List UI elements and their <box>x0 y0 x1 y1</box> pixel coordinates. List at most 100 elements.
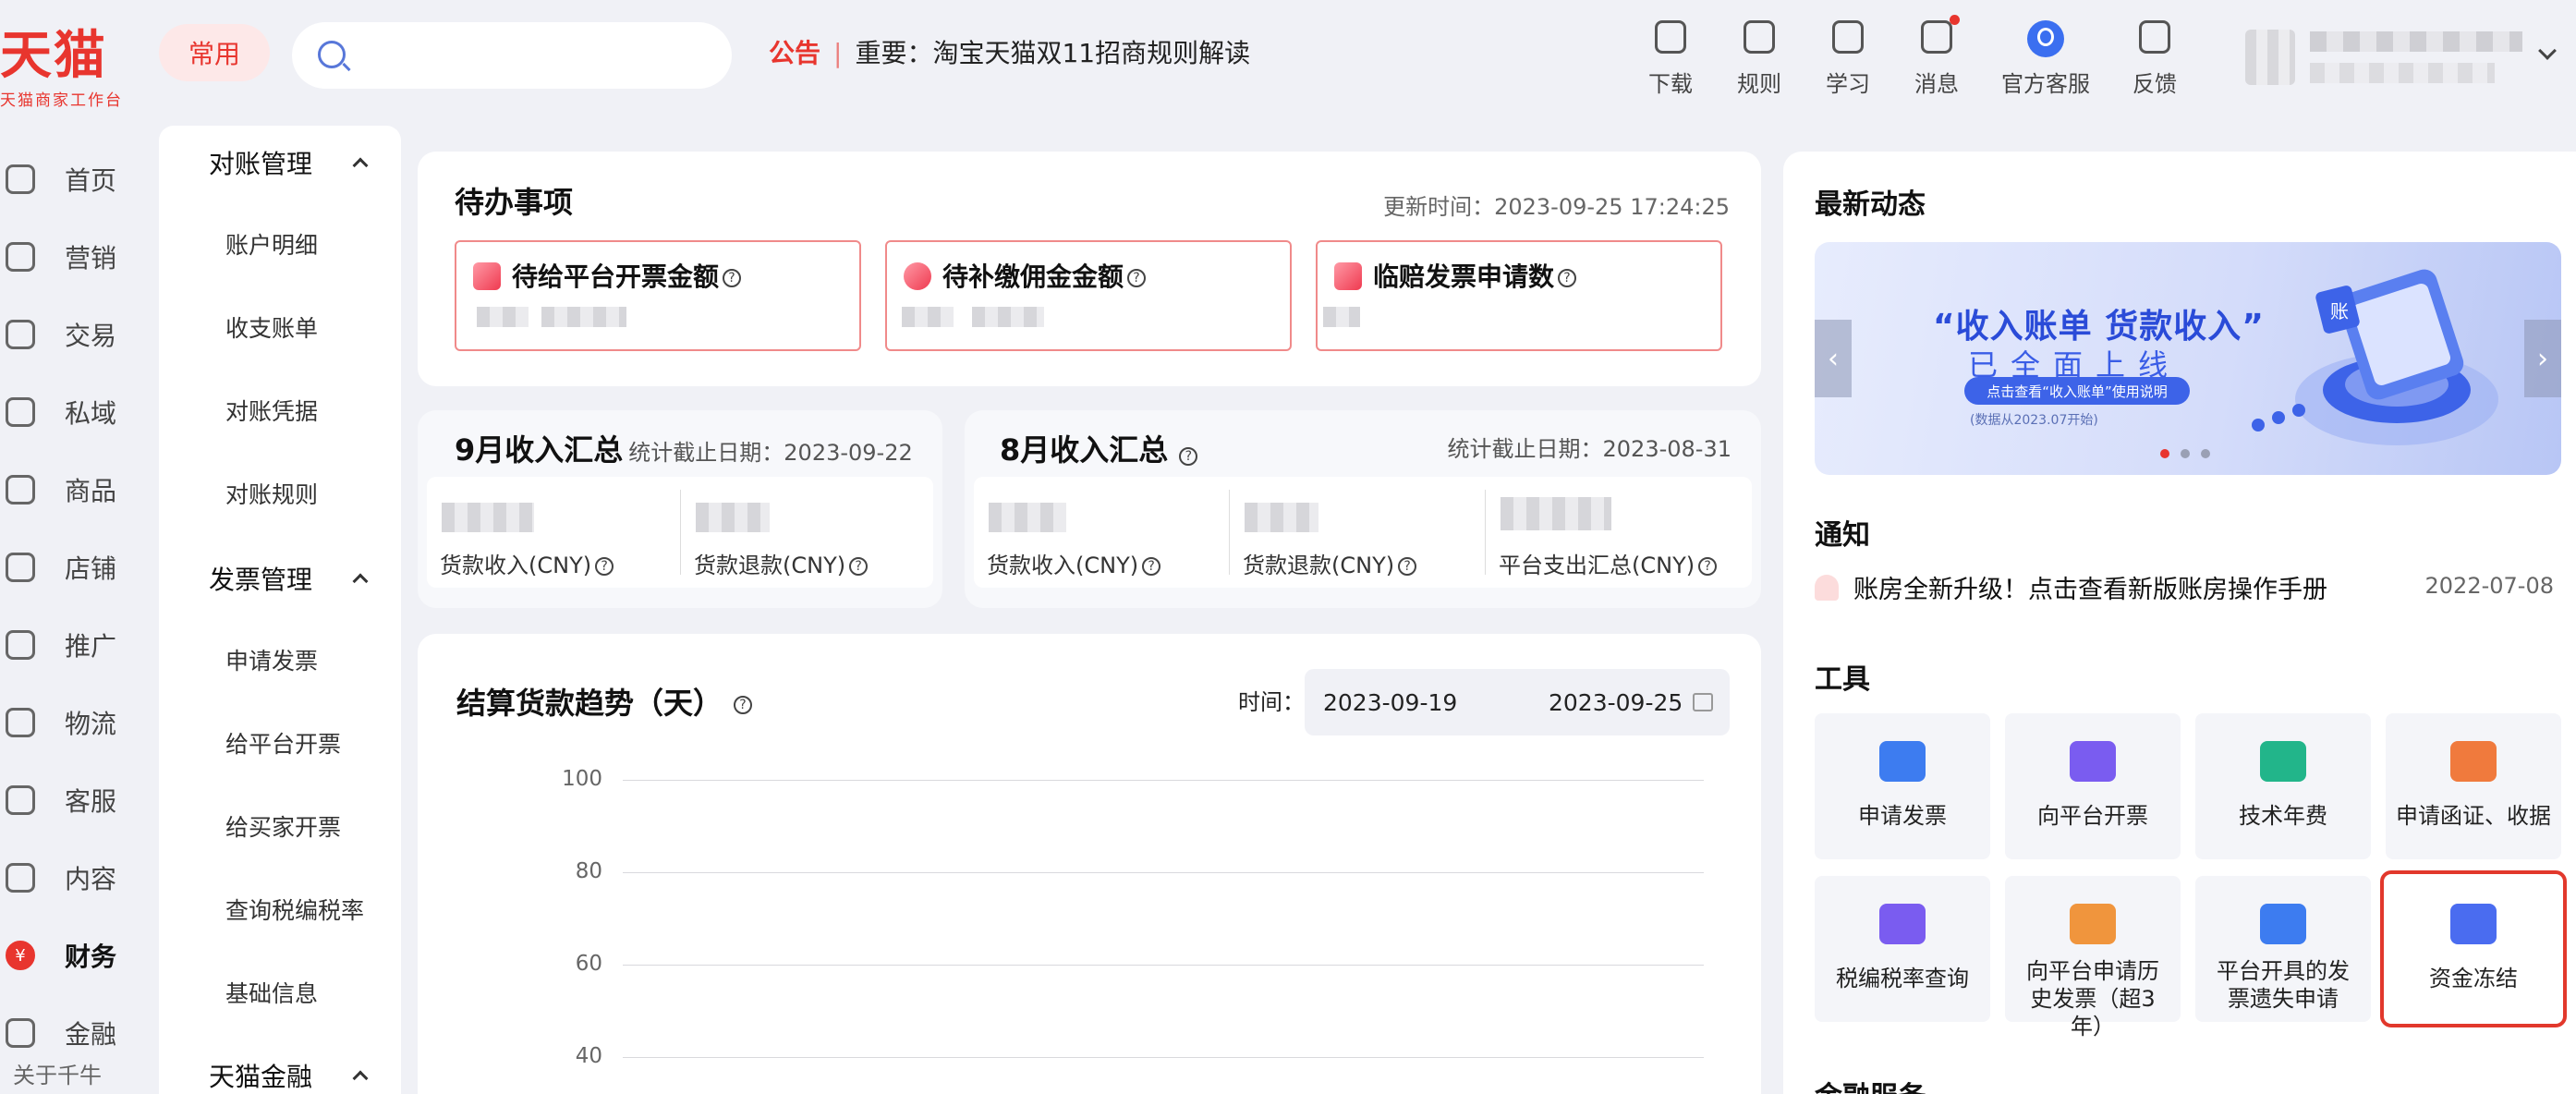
tool-history-invoice[interactable]: 向平台申请历史发票（超3年） <box>2005 876 2181 1039</box>
notice-item[interactable]: 账房全新升级！点击查看新版账房操作手册 2022-07-08 <box>1815 569 2554 606</box>
logo-sub: 天猫商家工作台 <box>0 91 123 110</box>
summary-card-september: 9月收入汇总 统计截止日期：2023-09-22 货款收入(CNY)? 货款退款… <box>418 410 942 608</box>
banner-cta[interactable]: 点击查看“收入账单”使用说明 <box>1964 377 2190 405</box>
topnav-download[interactable]: 下载 <box>1626 15 1715 98</box>
fintech-icon <box>6 1018 35 1048</box>
banner-art-glyph: 账 <box>2330 300 2349 322</box>
tool-tax-query[interactable]: 税编税率查询 <box>1815 876 1990 1022</box>
banner-dot[interactable] <box>2201 449 2210 458</box>
rail-item-private[interactable]: 私域 <box>0 373 157 451</box>
banner-next-button[interactable]: › <box>2524 320 2561 397</box>
date-to[interactable]: 2023-09-25 <box>1549 689 1683 716</box>
todo-box-commission[interactable]: 待补缴佣金金额? <box>885 240 1292 351</box>
rail-item-marketing[interactable]: 营销 <box>0 218 157 296</box>
invoice-icon <box>473 262 501 290</box>
rail-item-home[interactable]: 首页 <box>0 140 157 218</box>
announcement-text[interactable]: 重要：淘宝天猫双11招商规则解读 <box>855 35 1250 72</box>
summary-date: 统计截止日期：2023-08-31 <box>1447 436 1732 462</box>
frequent-chip[interactable]: 常用 <box>159 24 270 81</box>
top-nav: 下载 规则 学习 消息 官方客服 反馈 <box>1626 15 2199 98</box>
value-redacted <box>477 307 529 327</box>
tool-receipt[interactable]: 申请函证、收据 <box>2386 713 2561 859</box>
account-menu[interactable] <box>2240 18 2557 94</box>
news-banner[interactable]: ‹ “收入账单 货款收入” 已全面上线 点击查看“收入账单”使用说明 (数据从2… <box>1815 242 2561 475</box>
banner-dot[interactable] <box>2160 449 2169 458</box>
store-icon <box>6 553 35 582</box>
rail-item-service[interactable]: 客服 <box>0 761 157 839</box>
submenu-group-title: 发票管理 <box>209 565 313 595</box>
date-range-picker[interactable]: 2023-09-19 2023-09-25 <box>1305 669 1730 735</box>
calendar-icon[interactable] <box>1693 693 1713 711</box>
help-icon[interactable]: ? <box>1179 447 1198 466</box>
rail-item-content[interactable]: 内容 <box>0 839 157 917</box>
submenu-item-apply-invoice[interactable]: 申请发票 <box>225 643 318 676</box>
banner-dot[interactable] <box>2181 449 2190 458</box>
todo-box-platform-invoice[interactable]: 待给平台开票金额? <box>455 240 861 351</box>
tool-platform-invoice[interactable]: 向平台开票 <box>2005 713 2181 859</box>
history-invoice-icon <box>2070 904 2116 944</box>
help-icon[interactable]: ? <box>1398 557 1417 576</box>
submenu-item-tax-code-query[interactable]: 查询税编税率 <box>225 893 364 926</box>
banner-prev-button[interactable]: ‹ <box>1815 320 1852 397</box>
truck-icon <box>6 708 35 737</box>
tool-label: 向平台申请历史发票（超3年） <box>2026 958 2159 1039</box>
tmall-logo[interactable]: 天猫 天猫商家工作台 <box>0 26 139 110</box>
submenu-item-basic-info[interactable]: 基础信息 <box>225 976 318 1009</box>
rail-item-store[interactable]: 店铺 <box>0 529 157 606</box>
summary-head: 8月收入汇总 ? <box>1000 427 1198 469</box>
help-icon[interactable]: ? <box>849 557 869 576</box>
rail-label: 私域 <box>65 398 117 429</box>
topnav-feedback[interactable]: 反馈 <box>2110 15 2199 98</box>
value-redacted <box>902 307 954 327</box>
rail-item-logistics[interactable]: 物流 <box>0 684 157 761</box>
submenu-item-account-detail[interactable]: 账户明细 <box>225 227 318 261</box>
banner-illustration: 账 <box>2252 269 2498 445</box>
tool-apply-invoice[interactable]: 申请发票 <box>1815 713 1990 859</box>
date-from[interactable]: 2023-09-19 <box>1323 689 1457 716</box>
submenu-item-income-bill[interactable]: 收支账单 <box>225 310 318 344</box>
value-redacted <box>972 307 1044 327</box>
submenu-item-reconciliation-voucher[interactable]: 对账凭据 <box>225 394 318 427</box>
rail-item-product[interactable]: 商品 <box>0 451 157 529</box>
rail-label: 财务 <box>65 942 117 972</box>
notice-text[interactable]: 账房全新升级！点击查看新版账房操作手册 <box>1853 569 2327 605</box>
todo-box-title: 临赔发票申请数? <box>1373 257 1577 294</box>
topnav-label: 反馈 <box>2132 71 2177 97</box>
topnav-rules[interactable]: 规则 <box>1715 15 1804 98</box>
todo-box-compensation-invoice[interactable]: 临赔发票申请数? <box>1316 240 1722 351</box>
rail-label: 金融 <box>65 1019 117 1050</box>
help-icon[interactable]: ? <box>1142 557 1161 576</box>
tool-lost-invoice[interactable]: 平台开具的发票遗失申请 <box>2195 876 2371 1022</box>
search-input[interactable] <box>292 22 732 89</box>
announcement-bar[interactable]: 公告 | 重要：淘宝天猫双11招商规则解读 <box>769 35 1250 72</box>
tool-annual-fee[interactable]: 技术年费 <box>2195 713 2371 859</box>
help-icon[interactable]: ? <box>723 269 742 287</box>
help-icon[interactable]: ? <box>595 557 614 576</box>
rail-item-promote[interactable]: 推广 <box>0 606 157 684</box>
submenu-item-reconciliation-rules[interactable]: 对账规则 <box>225 477 318 510</box>
help-icon[interactable]: ? <box>734 696 753 714</box>
tool-fund-freeze[interactable]: 资金冻结 <box>2380 870 2567 1027</box>
todo-box-title: 待给平台开票金额? <box>512 257 742 294</box>
commission-icon <box>904 262 931 290</box>
rail-label: 营销 <box>65 243 117 274</box>
right-panel: 最新动态 ‹ “收入账单 货款收入” 已全面上线 点击查看“收入账单”使用说明 … <box>1783 152 2576 1094</box>
rail-item-finance[interactable]: ¥ 财务 <box>0 917 157 994</box>
submenu-item-invoice-to-platform[interactable]: 给平台开票 <box>225 726 341 760</box>
help-icon[interactable]: ? <box>1698 557 1718 576</box>
topnav-message[interactable]: 消息 <box>1892 15 1981 98</box>
help-icon[interactable]: ? <box>1127 269 1147 287</box>
submenu-item-invoice-to-buyer[interactable]: 给买家开票 <box>225 809 341 843</box>
summary-col-refund: 货款退款(CNY)? <box>681 477 934 588</box>
help-icon[interactable]: ? <box>1558 269 1577 287</box>
avatar <box>2245 30 2295 85</box>
submenu-group-tmall-finance[interactable]: 天猫金融 <box>209 1057 369 1094</box>
topnav-official-service[interactable]: 官方客服 <box>1981 15 2110 98</box>
summary-label-text: 货款收入(CNY) <box>440 553 592 578</box>
submenu-group-invoice[interactable]: 发票管理 <box>209 560 369 597</box>
about-qianniu-link[interactable]: 关于千牛 <box>13 1057 102 1089</box>
topnav-learn[interactable]: 学习 <box>1804 15 1892 98</box>
rail-item-trade[interactable]: 交易 <box>0 296 157 373</box>
submenu-group-reconciliation[interactable]: 对账管理 <box>209 144 369 181</box>
banner-pagination <box>2160 449 2221 458</box>
